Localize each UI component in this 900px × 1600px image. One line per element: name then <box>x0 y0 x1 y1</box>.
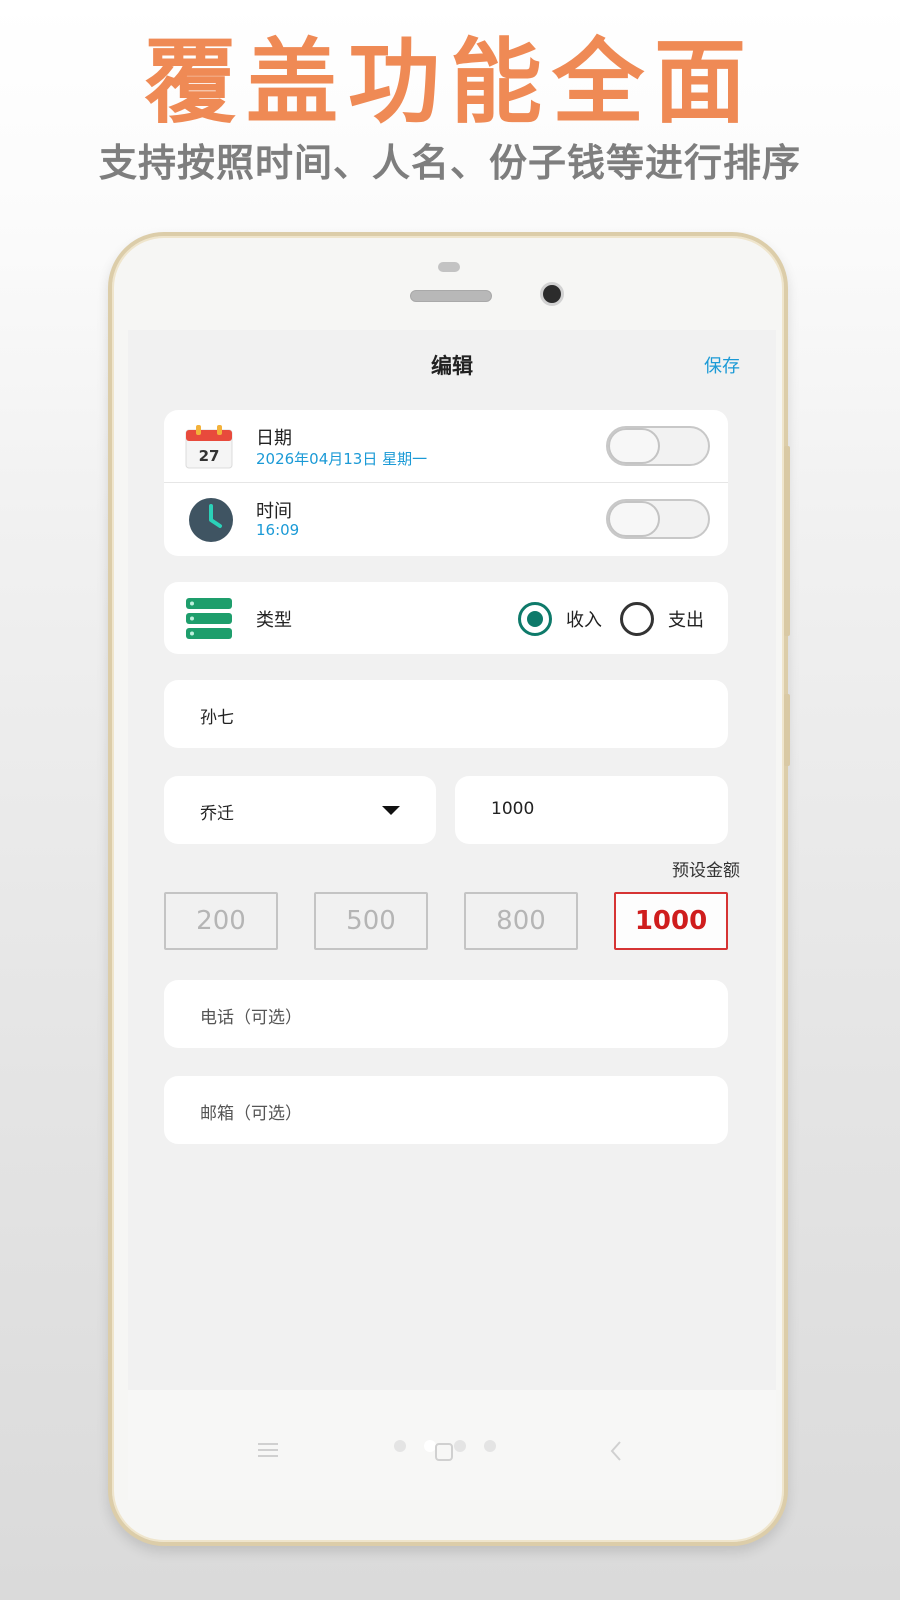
time-label: 时间 <box>256 501 292 522</box>
date-value: 2026年04月13日 星期一 <box>256 450 428 468</box>
dropdown-arrow-icon <box>382 806 400 815</box>
page-dot <box>394 1440 406 1452</box>
front-camera <box>540 282 564 306</box>
amount-field[interactable]: 1000 <box>455 776 728 844</box>
income-label[interactable]: 收入 <box>566 606 602 632</box>
preset-chip-200[interactable]: 200 <box>164 892 278 950</box>
home-icon[interactable] <box>434 1442 454 1466</box>
page-dot <box>484 1440 496 1452</box>
date-row[interactable]: 27 日期 2026年04月13日 星期一 <box>164 410 728 482</box>
save-button[interactable]: 保存 <box>704 352 740 378</box>
preset-chip-1000[interactable]: 1000 <box>614 892 728 950</box>
name-field[interactable]: 孙七 <box>164 680 728 748</box>
category-value: 乔迁 <box>200 804 234 824</box>
power-button <box>784 694 790 766</box>
type-card: 类型 收入 支出 <box>164 582 728 654</box>
phone-frame: 编辑 保存 27 日期 2026年04月13日 星期一 时间 16:09 类型 … <box>108 232 790 1546</box>
type-label: 类型 <box>256 610 292 631</box>
banner-title: 覆盖功能全面 <box>143 29 756 136</box>
preset-chip-500[interactable]: 500 <box>314 892 428 950</box>
toggle-knob <box>608 428 660 464</box>
calendar-icon: 27 <box>184 424 236 470</box>
datetime-card: 27 日期 2026年04月13日 星期一 时间 16:09 <box>164 410 728 556</box>
time-value: 16:09 <box>256 521 300 539</box>
amount-value: 1000 <box>491 799 535 819</box>
income-radio[interactable] <box>518 602 552 636</box>
email-placeholder: 邮箱（可选） <box>200 1104 302 1124</box>
phone-field[interactable]: 电话（可选） <box>164 980 728 1048</box>
toggle-knob <box>608 501 660 537</box>
date-toggle[interactable] <box>606 426 710 466</box>
name-value: 孙七 <box>200 708 234 728</box>
time-row[interactable]: 时间 16:09 <box>164 483 728 555</box>
expense-label[interactable]: 支出 <box>668 606 704 632</box>
category-select[interactable]: 乔迁 <box>164 776 436 844</box>
clock-icon <box>184 497 236 543</box>
phone-placeholder: 电话（可选） <box>200 1008 302 1028</box>
banner-subtitle: 支持按照时间、人名、份子钱等进行排序 <box>98 141 801 185</box>
svg-text:27: 27 <box>199 447 220 465</box>
app-screen: 编辑 保存 27 日期 2026年04月13日 星期一 时间 16:09 类型 … <box>128 330 776 1404</box>
page-dot <box>454 1440 466 1452</box>
expense-radio[interactable] <box>620 602 654 636</box>
date-label: 日期 <box>256 428 292 449</box>
page-title: 编辑 <box>431 354 473 378</box>
earpiece-speaker <box>410 290 492 302</box>
volume-button <box>784 446 790 636</box>
time-toggle[interactable] <box>606 499 710 539</box>
back-icon[interactable] <box>608 1440 624 1466</box>
email-field[interactable]: 邮箱（可选） <box>164 1076 728 1144</box>
radio-selected-dot <box>527 611 543 627</box>
proximity-sensor <box>438 262 460 272</box>
preset-amount-label: 预设金额 <box>672 861 740 881</box>
list-icon <box>186 598 238 644</box>
menu-icon[interactable] <box>258 1442 280 1464</box>
preset-chip-800[interactable]: 800 <box>464 892 578 950</box>
